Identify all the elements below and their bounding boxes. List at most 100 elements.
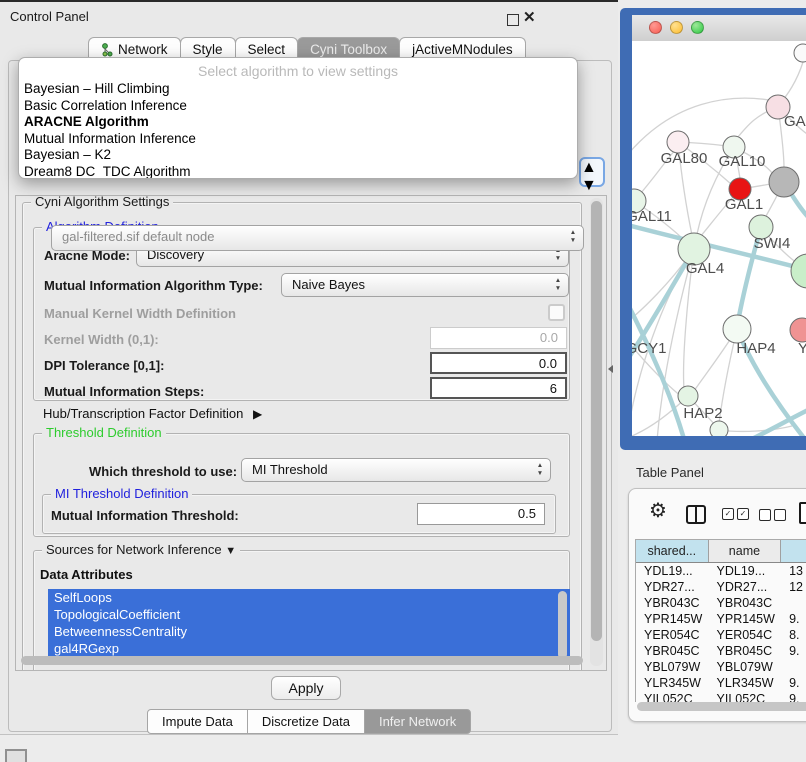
control-panel-titlebar: Control Panel ✕: [0, 2, 618, 32]
split-table-icon[interactable]: [686, 505, 706, 524]
select-all-columns-icon[interactable]: ✓ ✓: [722, 508, 749, 520]
gear-icon[interactable]: ⚙: [649, 498, 667, 523]
mi-type-combobox[interactable]: Naive Bayes ▲▼: [281, 273, 569, 297]
table-row[interactable]: YER054CYER054C8.: [636, 627, 806, 643]
dropdown-items: Bayesian – Hill ClimbingBasic Correlatio…: [19, 81, 577, 179]
table-cell[interactable]: YBL079W: [709, 659, 782, 675]
table-horizontal-scrollbar[interactable]: [637, 702, 806, 711]
table-cell[interactable]: YBR043C: [636, 595, 709, 611]
network-node[interactable]: [769, 167, 799, 197]
data-attribute-item[interactable]: TopologicalCoefficient: [48, 606, 570, 623]
algorithm-option[interactable]: Mutual Information Inference: [19, 131, 577, 148]
algorithm-combobox-button[interactable]: ▲▼: [579, 157, 605, 187]
table-row[interactable]: YPR145WYPR145W9.: [636, 611, 806, 627]
close-icon[interactable]: ✕: [523, 8, 536, 26]
network-node[interactable]: [723, 315, 751, 343]
deselect-all-columns-icon[interactable]: [759, 509, 786, 521]
algorithm-definition-group: Algorithm Definition Aracne Mode: Discov…: [33, 227, 570, 401]
corner-partial-button[interactable]: [5, 749, 27, 762]
data-attribute-item[interactable]: SelfLoops: [48, 589, 570, 606]
table-row[interactable]: YBL079WYBL079W: [636, 659, 806, 675]
table-cell[interactable]: YBR045C: [636, 643, 709, 659]
table-cell[interactable]: 9.: [781, 675, 806, 691]
table-cell[interactable]: YBL079W: [636, 659, 709, 675]
network-node[interactable]: [678, 386, 698, 406]
table-selector-combobox[interactable]: gal-filtered.sif default node ▲▼: [51, 225, 584, 251]
mac-close-icon[interactable]: [649, 21, 662, 34]
dpi-tolerance-field[interactable]: 0.0: [430, 352, 567, 374]
table-cell[interactable]: 8.: [781, 627, 806, 643]
mi-threshold-label: Mutual Information Threshold:: [51, 508, 239, 523]
network-edge[interactable]: [719, 426, 792, 431]
data-attribute-item[interactable]: gal4RGexp: [48, 640, 570, 657]
table-cell[interactable]: 9.: [781, 643, 806, 659]
network-window-titlebar[interactable]: [632, 15, 806, 42]
mi-threshold-field[interactable]: 0.5: [417, 503, 545, 525]
data-attribute-item[interactable]: BetweennessCentrality: [48, 623, 570, 640]
export-table-icon[interactable]: [799, 502, 806, 524]
algorithm-option[interactable]: Dream8 DC_TDC Algorithm: [19, 164, 577, 180]
mac-minimize-icon[interactable]: [670, 21, 683, 34]
network-node[interactable]: [790, 318, 806, 342]
unchecked-box-icon: [774, 509, 786, 521]
sources-expanded-icon: ▼: [225, 545, 236, 557]
table-cell[interactable]: YIL052C: [709, 691, 782, 702]
table-cell[interactable]: YER054C: [636, 627, 709, 643]
hub-definition-expander[interactable]: Hub/Transcription Factor Definition ▶: [43, 406, 262, 421]
tab-discretize-data[interactable]: Discretize Data: [247, 709, 365, 734]
table-cell[interactable]: YDR27...: [636, 579, 709, 595]
table-row[interactable]: YBR045CYBR045C9.: [636, 643, 806, 659]
table-cell[interactable]: YBR043C: [709, 595, 782, 611]
network-node[interactable]: [791, 254, 806, 288]
table-cell[interactable]: [781, 595, 806, 611]
network-node[interactable]: [794, 44, 806, 62]
group-title: Cyni Algorithm Settings: [31, 195, 173, 209]
apply-button[interactable]: Apply: [271, 676, 341, 700]
manual-kernel-checkbox[interactable]: [548, 304, 565, 321]
tab-impute-data[interactable]: Impute Data: [147, 709, 248, 734]
table-cell[interactable]: 12: [781, 579, 806, 595]
settings-horizontal-scrollbar[interactable]: [21, 656, 583, 665]
column-header-shared-name[interactable]: shared...: [636, 540, 709, 562]
algorithm-option[interactable]: Bayesian – Hill Climbing: [19, 81, 577, 98]
settings-scrollbar-thumb[interactable]: [591, 201, 602, 641]
algorithm-option[interactable]: ARACNE Algorithm: [19, 114, 577, 131]
table-cell[interactable]: YBR045C: [709, 643, 782, 659]
table-cell[interactable]: YIL052C: [636, 691, 709, 702]
which-threshold-combobox[interactable]: MI Threshold ▲▼: [241, 458, 551, 482]
network-canvas[interactable]: GAL7GAL80GAL10GAL1GAL11SWI4GAL4GCY1HAP4Y…: [632, 41, 806, 436]
mac-zoom-icon[interactable]: [691, 21, 704, 34]
table-row[interactable]: YIL052CYIL052C9.: [636, 691, 806, 702]
algorithm-option[interactable]: Bayesian – K2: [19, 147, 577, 164]
table-cell[interactable]: YER054C: [709, 627, 782, 643]
network-view-window[interactable]: GAL7GAL80GAL10GAL1GAL11SWI4GAL4GCY1HAP4Y…: [620, 8, 806, 450]
attributes-list-scrollbar[interactable]: [558, 591, 567, 659]
table-cell[interactable]: YDR27...: [709, 579, 782, 595]
divider-collapse-icon[interactable]: [608, 365, 613, 373]
table-cell[interactable]: YPR145W: [709, 611, 782, 627]
checked-box-icon: ✓: [722, 508, 734, 520]
kernel-width-field[interactable]: 0.0: [430, 327, 567, 349]
table-cell[interactable]: 13: [781, 563, 806, 579]
table-row[interactable]: YBR043CYBR043C: [636, 595, 806, 611]
column-header-partial[interactable]: [781, 540, 806, 562]
column-header-name[interactable]: name: [709, 540, 782, 562]
table-cell[interactable]: 9.: [781, 691, 806, 702]
table-selector-value: gal-filtered.sif default node: [62, 229, 214, 244]
data-attributes-list[interactable]: SelfLoopsTopologicalCoefficientBetweenne…: [48, 589, 570, 665]
mi-steps-field[interactable]: 6: [430, 377, 567, 399]
table-cell[interactable]: YDL19...: [636, 563, 709, 579]
float-window-icon[interactable]: [507, 14, 519, 26]
table-cell[interactable]: YLR345W: [709, 675, 782, 691]
tab-infer-network[interactable]: Infer Network: [364, 709, 471, 734]
table-cell[interactable]: YPR145W: [636, 611, 709, 627]
table-cell[interactable]: YLR345W: [636, 675, 709, 691]
table-cell[interactable]: [781, 659, 806, 675]
algorithm-option[interactable]: Basic Correlation Inference: [19, 98, 577, 115]
table-row[interactable]: YDR27...YDR27...12: [636, 579, 806, 595]
table-cell[interactable]: 9.: [781, 611, 806, 627]
table-row[interactable]: YLR345WYLR345W9.: [636, 675, 806, 691]
table-cell[interactable]: YDL19...: [709, 563, 782, 579]
network-node[interactable]: [710, 421, 728, 436]
table-row[interactable]: YDL19...YDL19...13: [636, 563, 806, 579]
